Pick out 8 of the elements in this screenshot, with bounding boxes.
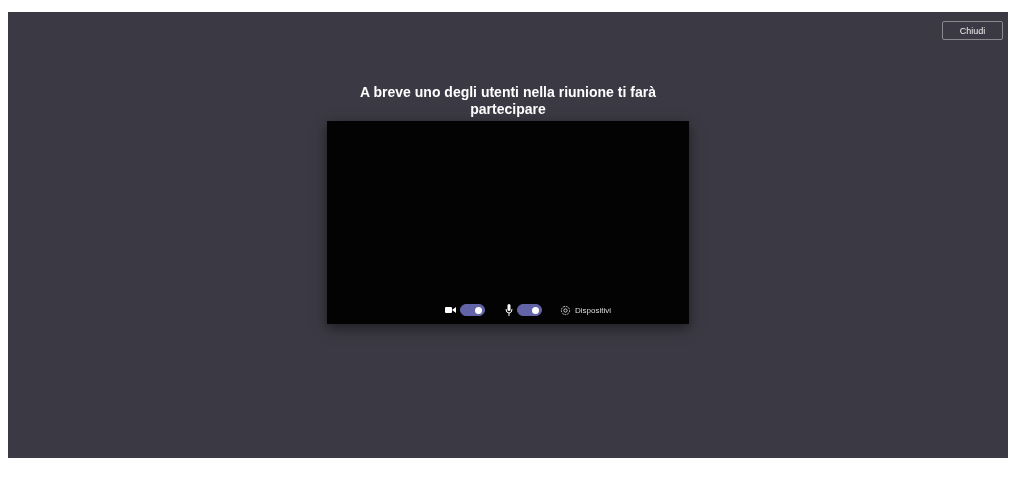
camera-toggle[interactable]	[460, 304, 485, 316]
devices-button[interactable]: Dispositivi	[560, 304, 611, 316]
lobby-message: A breve uno degli utenti nella riunione ti farà partecipare	[359, 84, 657, 118]
close-button[interactable]: Chiudi	[942, 21, 1003, 40]
microphone-icon	[505, 304, 513, 316]
microphone-toggle[interactable]	[517, 304, 542, 316]
settings-icon	[560, 304, 571, 316]
camera-icon	[445, 306, 456, 314]
